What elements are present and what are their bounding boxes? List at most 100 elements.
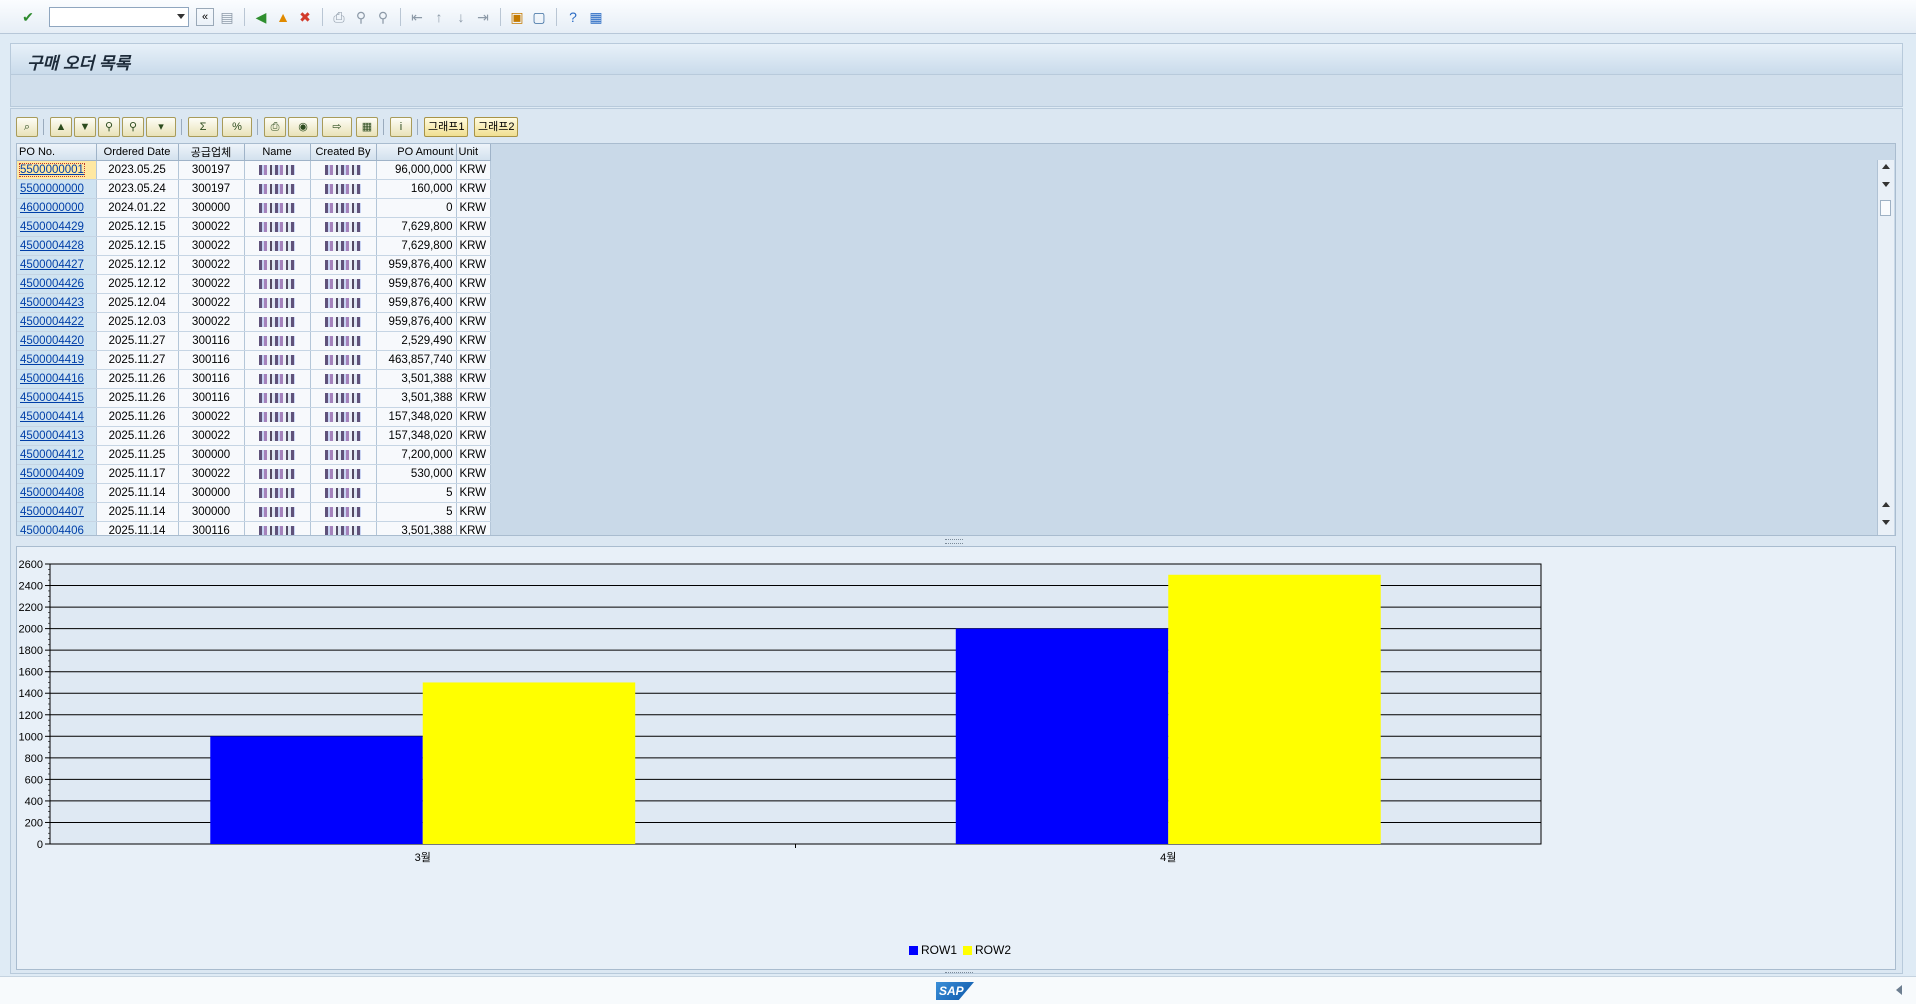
cell-po-no[interactable]: 4600000000	[17, 198, 97, 218]
cell-po-no[interactable]: 4500004412	[17, 445, 97, 465]
find-icon[interactable]: ⚲	[98, 117, 120, 137]
page-down-icon[interactable]	[1882, 520, 1890, 525]
layout-icon[interactable]: ▦	[356, 117, 378, 137]
column-header-po-amount[interactable]: PO Amount	[376, 144, 457, 161]
cell-po-no[interactable]: 4500004413	[17, 426, 97, 446]
po-number-link[interactable]: 4500004408	[20, 487, 84, 499]
table-row[interactable]: 4500004426 2025.12.12 300022 959,876,400 KRW	[17, 274, 491, 294]
back-icon[interactable]: ◀	[252, 8, 270, 26]
cell-po-no[interactable]: 4500004414	[17, 407, 97, 427]
table-row[interactable]: 4500004423 2025.12.04 300022 959,876,400 KRW	[17, 293, 491, 313]
total-icon[interactable]: Σ	[188, 117, 218, 137]
scroll-up-icon[interactable]	[1882, 164, 1890, 169]
cell-po-no[interactable]: 5500000000	[17, 179, 97, 199]
table-row[interactable]: 4500004420 2025.11.27 300116 2,529,490 KRW	[17, 331, 491, 351]
column-header-name[interactable]: Name	[244, 144, 311, 161]
column-header-ordered-date[interactable]: Ordered Date	[96, 144, 179, 161]
first-page-icon[interactable]: ⇤	[408, 8, 426, 26]
print-icon[interactable]: ⎙	[264, 117, 286, 137]
po-number-link[interactable]: 5500000000	[20, 183, 84, 195]
filter-icon[interactable]: ▾	[146, 117, 176, 137]
details-icon[interactable]: ⌕	[16, 117, 38, 137]
table-row[interactable]: 4500004412 2025.11.25 300000 7,200,000 KRW	[17, 445, 491, 465]
po-number-link[interactable]: 4500004422	[20, 316, 84, 328]
table-row[interactable]: 5500000000 2023.05.24 300197 160,000 KRW	[17, 179, 491, 199]
table-row[interactable]: 4600000000 2024.01.22 300000 0 KRW	[17, 198, 491, 218]
find-icon[interactable]: ⚲	[352, 8, 370, 26]
table-row[interactable]: 4500004419 2025.11.27 300116 463,857,740 KRW	[17, 350, 491, 370]
po-number-link[interactable]: 4500004407	[20, 506, 84, 518]
table-row[interactable]: 4500004416 2025.11.26 300116 3,501,388 KRW	[17, 369, 491, 389]
po-number-link[interactable]: 4500004420	[20, 335, 84, 347]
table-row[interactable]: 4500004414 2025.11.26 300022 157,348,020 KRW	[17, 407, 491, 427]
table-row[interactable]: 4500004429 2025.12.15 300022 7,629,800 KRW	[17, 217, 491, 237]
exit-icon[interactable]: ▲	[274, 8, 292, 26]
table-row[interactable]: 4500004422 2025.12.03 300022 959,876,400 KRW	[17, 312, 491, 332]
column-header-vendor[interactable]: 공급업체	[178, 144, 245, 161]
scroll-down-icon[interactable]	[1882, 182, 1890, 187]
views-icon[interactable]: ◉	[288, 117, 318, 137]
info-icon[interactable]: i	[390, 117, 412, 137]
back-double-icon[interactable]: «	[196, 8, 214, 26]
help-icon[interactable]: ?	[564, 8, 582, 26]
po-number-link[interactable]: 4500004409	[20, 468, 84, 480]
next-page-icon[interactable]: ↓	[452, 8, 470, 26]
po-number-link[interactable]: 5500000001	[19, 163, 85, 177]
chevron-down-icon[interactable]	[177, 14, 185, 19]
sort-ascending-icon[interactable]: ▲	[50, 117, 72, 137]
table-row[interactable]: 4500004409 2025.11.17 300022 530,000 KRW	[17, 464, 491, 484]
save-icon[interactable]: ▤	[218, 8, 236, 26]
cell-po-no[interactable]: 4500004426	[17, 274, 97, 294]
column-header-created-by[interactable]: Created By	[310, 144, 377, 161]
find-next-icon[interactable]: ⚲	[122, 117, 144, 137]
po-number-link[interactable]: 4500004412	[20, 449, 84, 461]
cell-po-no[interactable]: 4500004406	[17, 521, 97, 535]
po-number-link[interactable]: 4500004419	[20, 354, 84, 366]
table-row[interactable]: 5500000001 2023.05.25 300197 96,000,000 KRW	[17, 160, 491, 180]
find-next-icon[interactable]: ⚲	[374, 8, 392, 26]
cell-po-no[interactable]: 4500004428	[17, 236, 97, 256]
column-header-unit[interactable]: Unit	[456, 144, 491, 161]
command-field[interactable]	[49, 7, 189, 27]
print-icon[interactable]: ⎙	[330, 8, 348, 26]
vertical-scrollbar[interactable]	[1877, 160, 1894, 535]
subtotal-icon[interactable]: %	[222, 117, 252, 137]
po-number-link[interactable]: 4500004413	[20, 430, 84, 442]
scroll-thumb[interactable]	[1880, 200, 1891, 216]
enter-icon[interactable]: ✔	[19, 8, 37, 26]
po-number-link[interactable]: 4500004429	[20, 221, 84, 233]
graph1-button[interactable]: 그래프1	[424, 117, 469, 137]
cell-po-no[interactable]: 4500004415	[17, 388, 97, 408]
page-up-icon[interactable]	[1882, 502, 1890, 507]
po-number-link[interactable]: 4500004415	[20, 392, 84, 404]
cancel-icon[interactable]: ✖	[296, 8, 314, 26]
po-number-link[interactable]: 4500004427	[20, 259, 84, 271]
new-session-icon[interactable]: ▣	[508, 8, 526, 26]
cell-po-no[interactable]: 4500004420	[17, 331, 97, 351]
shortcut-icon[interactable]: ▢	[530, 8, 548, 26]
po-number-link[interactable]: 4500004414	[20, 411, 84, 423]
po-number-link[interactable]: 4500004406	[20, 525, 84, 535]
column-header-po-no[interactable]: PO No.	[17, 144, 97, 161]
po-number-link[interactable]: 4600000000	[20, 202, 84, 214]
cell-po-no[interactable]: 4500004409	[17, 464, 97, 484]
cell-po-no[interactable]: 4500004408	[17, 483, 97, 503]
table-row[interactable]: 4500004427 2025.12.12 300022 959,876,400 KRW	[17, 255, 491, 275]
table-row[interactable]: 4500004415 2025.11.26 300116 3,501,388 KRW	[17, 388, 491, 408]
po-number-link[interactable]: 4500004416	[20, 373, 84, 385]
collapse-arrow-icon[interactable]	[1896, 985, 1902, 995]
export-icon[interactable]: ⇨	[322, 117, 352, 137]
graph2-button[interactable]: 그래프2	[474, 117, 519, 137]
po-number-link[interactable]: 4500004423	[20, 297, 84, 309]
cell-po-no[interactable]: 4500004423	[17, 293, 97, 313]
cell-po-no[interactable]: 4500004407	[17, 502, 97, 522]
table-row[interactable]: 4500004428 2025.12.15 300022 7,629,800 KRW	[17, 236, 491, 256]
cell-po-no[interactable]: 4500004427	[17, 255, 97, 275]
splitter-handle[interactable]	[945, 539, 963, 544]
table-row[interactable]: 4500004408 2025.11.14 300000 5 KRW	[17, 483, 491, 503]
sort-descending-icon[interactable]: ▼	[74, 117, 96, 137]
prev-page-icon[interactable]: ↑	[430, 8, 448, 26]
table-row[interactable]: 4500004406 2025.11.14 300116 3,501,388 KRW	[17, 521, 491, 535]
po-number-link[interactable]: 4500004426	[20, 278, 84, 290]
cell-po-no[interactable]: 4500004419	[17, 350, 97, 370]
